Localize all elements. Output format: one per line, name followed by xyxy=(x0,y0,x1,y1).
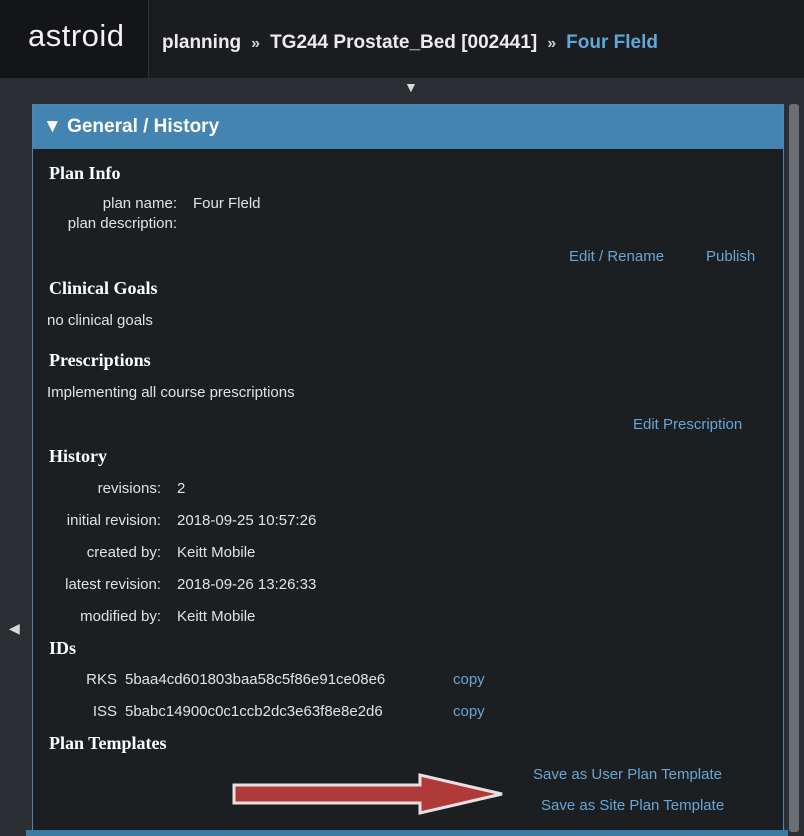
breadcrumb-planning[interactable]: planning xyxy=(162,32,241,53)
panel-title[interactable]: ▼ General / History xyxy=(43,116,219,138)
top-bar: astroid planning » TG244 Prostate_Bed [002… xyxy=(0,0,804,78)
history-heading: History xyxy=(49,446,107,466)
breadcrumb-case[interactable]: TG244 Prostate_Bed [002441] xyxy=(270,32,537,53)
logo-container[interactable]: astroid xyxy=(0,0,149,78)
left-gutter xyxy=(0,78,26,836)
modified-by-label: modified by: xyxy=(80,608,161,625)
copy-rks-link[interactable]: copy xyxy=(453,671,485,688)
prescriptions-heading: Prescriptions xyxy=(49,350,151,370)
edit-prescription-link[interactable]: Edit Prescription xyxy=(633,416,742,433)
created-by-value: Keitt Mobile xyxy=(177,544,256,561)
annotation-arrow-icon xyxy=(232,773,503,815)
triangle-down-icon[interactable]: ▼ xyxy=(404,79,418,95)
plan-description-label: plan description: xyxy=(67,215,177,232)
general-history-panel: ▼ General / History Plan Info plan name:… xyxy=(32,104,784,832)
prescriptions-text: Implementing all course prescriptions xyxy=(47,384,295,401)
modified-by-value: Keitt Mobile xyxy=(177,608,256,625)
clinical-goals-text: no clinical goals xyxy=(47,312,153,329)
copy-iss-link[interactable]: copy xyxy=(453,703,485,720)
app-logo[interactable]: astroid xyxy=(28,18,125,54)
plan-info-heading: Plan Info xyxy=(49,163,121,183)
save-user-template-link[interactable]: Save as User Plan Template xyxy=(533,766,722,783)
breadcrumb-separator: » xyxy=(251,35,261,52)
iss-id-value: 5babc14900c0c1ccb2dc3e63f8e8e2d6 xyxy=(125,703,383,720)
scrollbar-thumb[interactable] xyxy=(789,104,799,832)
breadcrumb-separator: » xyxy=(547,35,557,52)
breadcrumb: planning » TG244 Prostate_Bed [002441] » Fou… xyxy=(162,32,658,54)
initial-revision-label: initial revision: xyxy=(66,512,161,529)
edit-rename-link[interactable]: Edit / Rename xyxy=(569,248,664,265)
plan-name-value: Four Fleld xyxy=(193,195,261,212)
ids-heading: IDs xyxy=(49,638,77,658)
rks-label: RKS xyxy=(86,671,117,688)
revisions-label: revisions: xyxy=(97,480,161,497)
save-site-template-link[interactable]: Save as Site Plan Template xyxy=(541,797,724,814)
panel-header[interactable]: ▼ General / History xyxy=(33,105,783,149)
rks-id-value: 5baa4cd601803baa58c5f86e91ce08e6 xyxy=(125,671,386,688)
publish-link[interactable]: Publish xyxy=(706,248,755,265)
iss-label: ISS xyxy=(92,703,117,720)
plan-templates-heading: Plan Templates xyxy=(49,733,167,753)
triangle-left-icon[interactable]: ◀ xyxy=(9,620,20,637)
panel-bottom-border xyxy=(26,830,788,836)
revisions-value: 2 xyxy=(177,480,186,497)
latest-revision-label: latest revision: xyxy=(65,576,161,593)
created-by-label: created by: xyxy=(86,544,161,561)
initial-revision-value: 2018-09-25 10:57:26 xyxy=(177,512,317,529)
clinical-goals-heading: Clinical Goals xyxy=(49,278,158,298)
plan-name-label: plan name: xyxy=(102,195,177,212)
latest-revision-value: 2018-09-26 13:26:33 xyxy=(177,576,317,593)
breadcrumb-current-plan[interactable]: Four Fleld xyxy=(566,32,658,53)
